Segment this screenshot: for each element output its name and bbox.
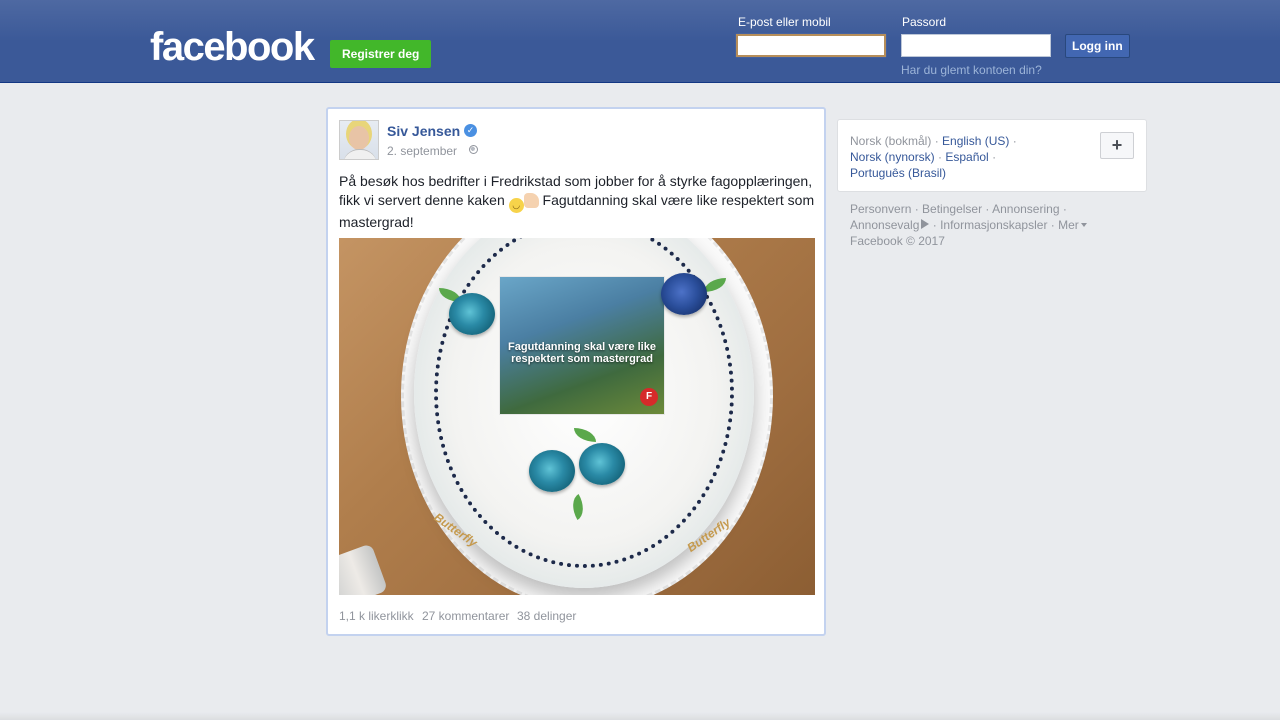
facebook-logo[interactable]: facebook: [150, 25, 315, 69]
avatar-shoulders: [343, 149, 377, 159]
language-nynorsk[interactable]: Norsk (nynorsk): [850, 150, 935, 164]
bottom-edge-shadow: [0, 712, 1280, 720]
post-date[interactable]: 2. september: [387, 144, 457, 158]
channel-logo-icon: F: [640, 388, 658, 406]
password-label: Passord: [902, 15, 947, 29]
footer-privacy-link[interactable]: Personvern: [850, 202, 911, 216]
password-input[interactable]: [901, 34, 1051, 57]
plus-icon: +: [1111, 135, 1123, 155]
drinking-glass: [339, 543, 389, 595]
more-languages-button[interactable]: +: [1100, 132, 1134, 159]
author-name[interactable]: Siv Jensen: [387, 123, 460, 139]
cake-rose: [529, 450, 575, 492]
footer-adchoices-link[interactable]: Annonsevalg: [850, 218, 919, 232]
cake-print-text: Fagutdanning skal være like respektert s…: [508, 341, 656, 365]
grinning-emoji-icon: ◡: [508, 198, 524, 213]
language-current: Norsk (bokmål): [850, 134, 932, 148]
footer-cookies-link[interactable]: Informasjonskapsler: [940, 218, 1047, 232]
register-button[interactable]: Registrer deg: [330, 40, 432, 68]
comments-count[interactable]: 27 kommentarer: [422, 609, 509, 623]
language-portugues[interactable]: Português (Brasil): [850, 166, 946, 180]
cake-rose: [579, 443, 625, 485]
author-avatar[interactable]: [339, 120, 379, 160]
thumbs-up-emoji-icon: [523, 193, 539, 208]
avatar-face: [349, 126, 369, 150]
verified-badge-icon: ✓: [464, 124, 477, 137]
cake-photo-print: Fagutdanning skal være like respektert s…: [499, 276, 665, 415]
post-text: På besøk hos bedrifter i Fredrikstad som…: [339, 172, 817, 232]
forgot-account-link[interactable]: Har du glemt kontoen din?: [901, 63, 1042, 77]
email-label: E-post eller mobil: [738, 15, 831, 29]
footer-copyright: Facebook © 2017: [850, 234, 945, 248]
language-english[interactable]: English (US): [942, 134, 1009, 148]
shares-count[interactable]: 38 delinger: [517, 609, 576, 623]
footer-terms-link[interactable]: Betingelser: [922, 202, 982, 216]
language-selector: Norsk (bokmål) · English (US) · Norsk (n…: [837, 119, 1147, 192]
email-input[interactable]: [736, 34, 886, 57]
globe-icon: [469, 145, 478, 154]
adchoices-icon: [921, 219, 930, 229]
language-espanol[interactable]: Español: [945, 150, 988, 164]
footer-links: Personvern · Betingelser · Annonsering ·…: [850, 201, 1140, 249]
cake-rose: [661, 273, 707, 315]
caret-down-icon: [1080, 223, 1087, 227]
cake-rose: [449, 293, 495, 335]
likes-count[interactable]: 1,1 k likerklikk: [339, 609, 414, 623]
login-button[interactable]: Logg inn: [1065, 34, 1130, 58]
post-card: Siv Jensen ✓ 2. september På besøk hos b…: [326, 107, 826, 636]
post-photo[interactable]: Fagutdanning skal være like respektert s…: [339, 238, 815, 595]
top-bar: facebook Registrer deg E-post eller mobi…: [0, 0, 1280, 83]
footer-more-link[interactable]: Mer: [1058, 218, 1079, 232]
footer-advertising-link[interactable]: Annonsering: [992, 202, 1059, 216]
language-list: Norsk (bokmål) · English (US) · Norsk (n…: [850, 134, 1017, 180]
